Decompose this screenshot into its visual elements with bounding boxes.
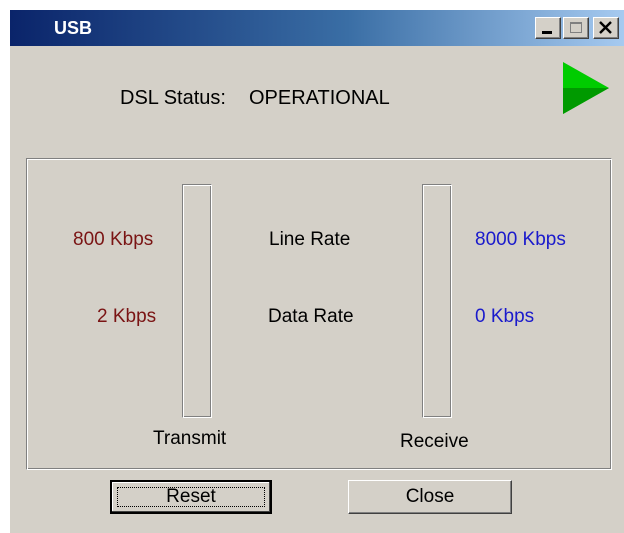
- data-rate-label: Data Rate: [268, 306, 354, 327]
- receive-label: Receive: [400, 431, 469, 452]
- dsl-status-value: OPERATIONAL: [249, 87, 390, 109]
- usb-dialog-window: USB DSL Status: OPERATIONAL 800 Kbps 2 K…: [10, 10, 624, 533]
- line-rate-label: Line Rate: [269, 229, 351, 250]
- close-icon: [599, 21, 612, 34]
- close-window-button[interactable]: [593, 17, 619, 39]
- reset-button[interactable]: Reset: [110, 480, 272, 514]
- focus-rectangle: [117, 487, 265, 507]
- green-play-arrow-icon: [563, 62, 609, 114]
- minimize-button[interactable]: [535, 17, 561, 39]
- title-bar[interactable]: USB: [10, 10, 624, 46]
- maximize-icon: [570, 22, 582, 33]
- receive-meter: [422, 184, 452, 418]
- transmit-label: Transmit: [153, 428, 227, 449]
- transmit-line-rate: 800 Kbps: [73, 229, 154, 250]
- window-title: USB: [54, 18, 93, 38]
- close-button[interactable]: Close: [348, 480, 512, 514]
- minimize-icon: [542, 31, 552, 34]
- close-button-label: Close: [405, 486, 455, 507]
- maximize-button[interactable]: [563, 17, 589, 39]
- receive-data-rate: 0 Kbps: [475, 306, 535, 327]
- dsl-status-label: DSL Status:: [120, 87, 226, 109]
- receive-line-rate: 8000 Kbps: [475, 229, 566, 250]
- transmit-data-rate: 2 Kbps: [97, 306, 157, 327]
- transmit-meter: [182, 184, 212, 418]
